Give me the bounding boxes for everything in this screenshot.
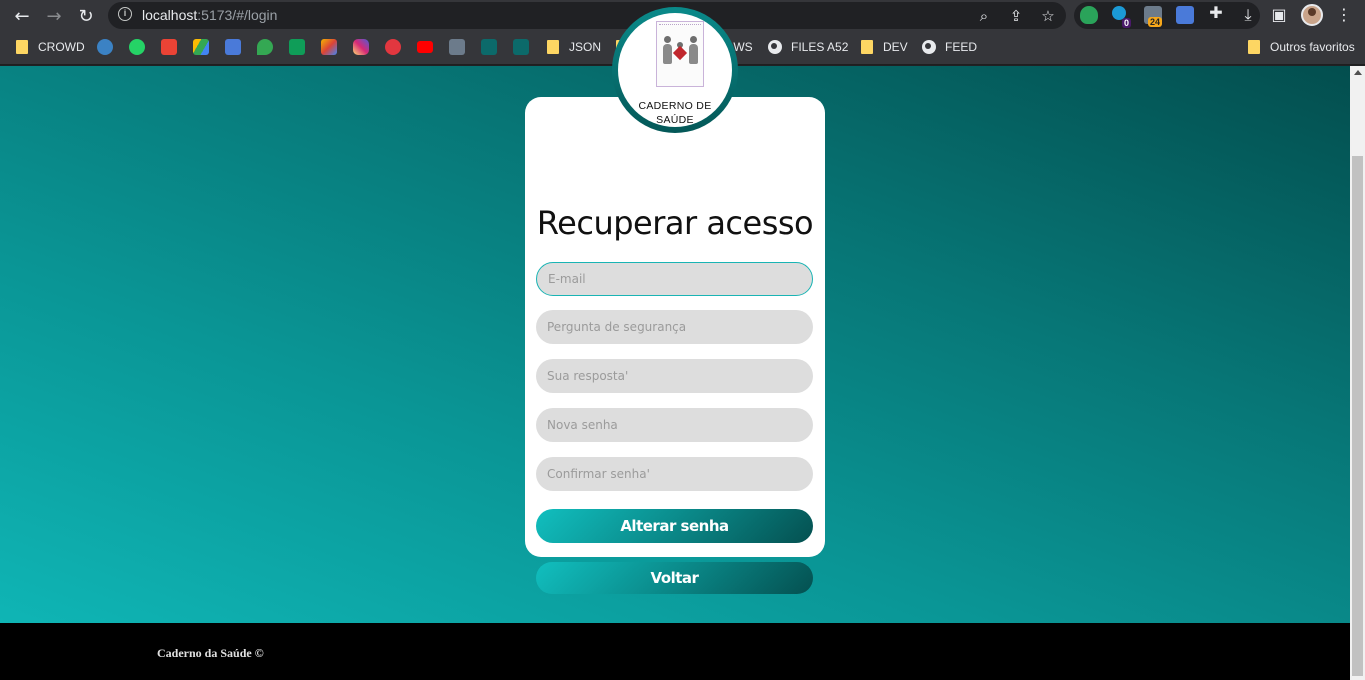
profile-avatar[interactable]: [1301, 4, 1323, 26]
logo-notebook-icon: [656, 21, 704, 87]
logo-inner: CADERNO DE SAÚDE: [618, 13, 732, 127]
maps-icon[interactable]: [257, 39, 273, 55]
confirm-password-field[interactable]: [536, 457, 813, 491]
change-password-button[interactable]: Alterar senha: [536, 509, 813, 543]
logo-badge: CADERNO DE SAÚDE: [612, 7, 738, 133]
gmail-icon[interactable]: [161, 39, 177, 55]
menu-kebab-icon[interactable]: ⋮: [1333, 4, 1355, 26]
shield-extension-icon[interactable]: [1080, 6, 1098, 24]
bookmark-feed[interactable]: FEED: [922, 38, 977, 56]
zoom-icon[interactable]: ⌕: [974, 6, 994, 26]
security-answer-field[interactable]: [536, 359, 813, 393]
security-question-field[interactable]: [536, 310, 813, 344]
logo-text: CADERNO DE SAÚDE: [638, 100, 712, 126]
back-arrow-icon[interactable]: ←: [10, 4, 34, 28]
bookmark-favicon-10[interactable]: [385, 39, 401, 55]
extensions-area: 0 24 ✚: [1074, 2, 1260, 29]
bookmark-favicon-1[interactable]: [97, 39, 113, 55]
instagram-icon[interactable]: [353, 39, 369, 55]
drive-icon[interactable]: [193, 39, 209, 55]
url-text[interactable]: localhost:5173/#/login: [142, 7, 277, 23]
youtube-icon[interactable]: [417, 41, 433, 53]
logo-figure-body-1: [663, 44, 672, 64]
bookmark-favicon-8[interactable]: [321, 39, 337, 55]
back-button[interactable]: Voltar: [536, 562, 813, 594]
bookmark-folder-crowd[interactable]: CROWD: [16, 38, 85, 56]
bookmark-favicon-12[interactable]: [449, 39, 465, 55]
page-title: Recuperar acesso: [536, 204, 814, 242]
terminal-icon-1[interactable]: [481, 39, 497, 55]
puzzle-icon[interactable]: ✚: [1205, 2, 1227, 24]
scroll-thumb[interactable]: [1352, 156, 1363, 676]
whatsapp-icon[interactable]: [129, 39, 145, 55]
download-icon[interactable]: ⤓: [1237, 4, 1259, 26]
logo-heart-icon: [672, 45, 688, 61]
bookmark-folder-json[interactable]: JSON: [547, 38, 601, 56]
folder-icon: [16, 40, 28, 54]
bookmark-files-a52[interactable]: FILES A52: [768, 38, 848, 56]
page-scrollbar[interactable]: [1350, 66, 1365, 680]
logo-figure-head-1: [664, 36, 671, 43]
folder-icon: [861, 40, 873, 54]
share-icon[interactable]: ⇪: [1006, 6, 1026, 26]
globe-icon: [768, 40, 782, 54]
footer-copyright: Caderno da Saúde ©: [157, 646, 264, 660]
reload-icon[interactable]: ↻: [74, 4, 98, 28]
page-footer: Caderno da Saúde ©: [0, 623, 1350, 680]
folder-icon: [1248, 40, 1260, 54]
logo-figure-body-2: [689, 44, 698, 64]
side-panel-icon[interactable]: ▣: [1268, 4, 1290, 26]
terminal-icon-2[interactable]: [513, 39, 529, 55]
translate-icon[interactable]: [225, 39, 241, 55]
folder-icon: [547, 40, 559, 54]
extension-3-badge: 24: [1148, 17, 1163, 27]
logo-figure-head-2: [690, 36, 697, 43]
bookmark-folder-dev[interactable]: DEV: [861, 38, 908, 56]
address-bar[interactable]: i localhost:5173/#/login ⌕ ⇪ ☆: [108, 2, 1066, 29]
site-info-icon[interactable]: i: [118, 7, 132, 21]
translate-extension-icon[interactable]: [1176, 6, 1194, 24]
new-password-field[interactable]: [536, 408, 813, 442]
bookmark-star-icon[interactable]: ☆: [1038, 6, 1058, 26]
extension-2-badge: 0: [1122, 18, 1132, 28]
forward-arrow-icon[interactable]: →: [42, 4, 66, 28]
sheets-icon[interactable]: [289, 39, 305, 55]
email-field[interactable]: [536, 262, 813, 296]
bookmark-other-favorites[interactable]: Outros favoritos: [1248, 38, 1355, 56]
scroll-up-arrow-icon[interactable]: [1354, 70, 1362, 75]
globe-icon: [922, 40, 936, 54]
